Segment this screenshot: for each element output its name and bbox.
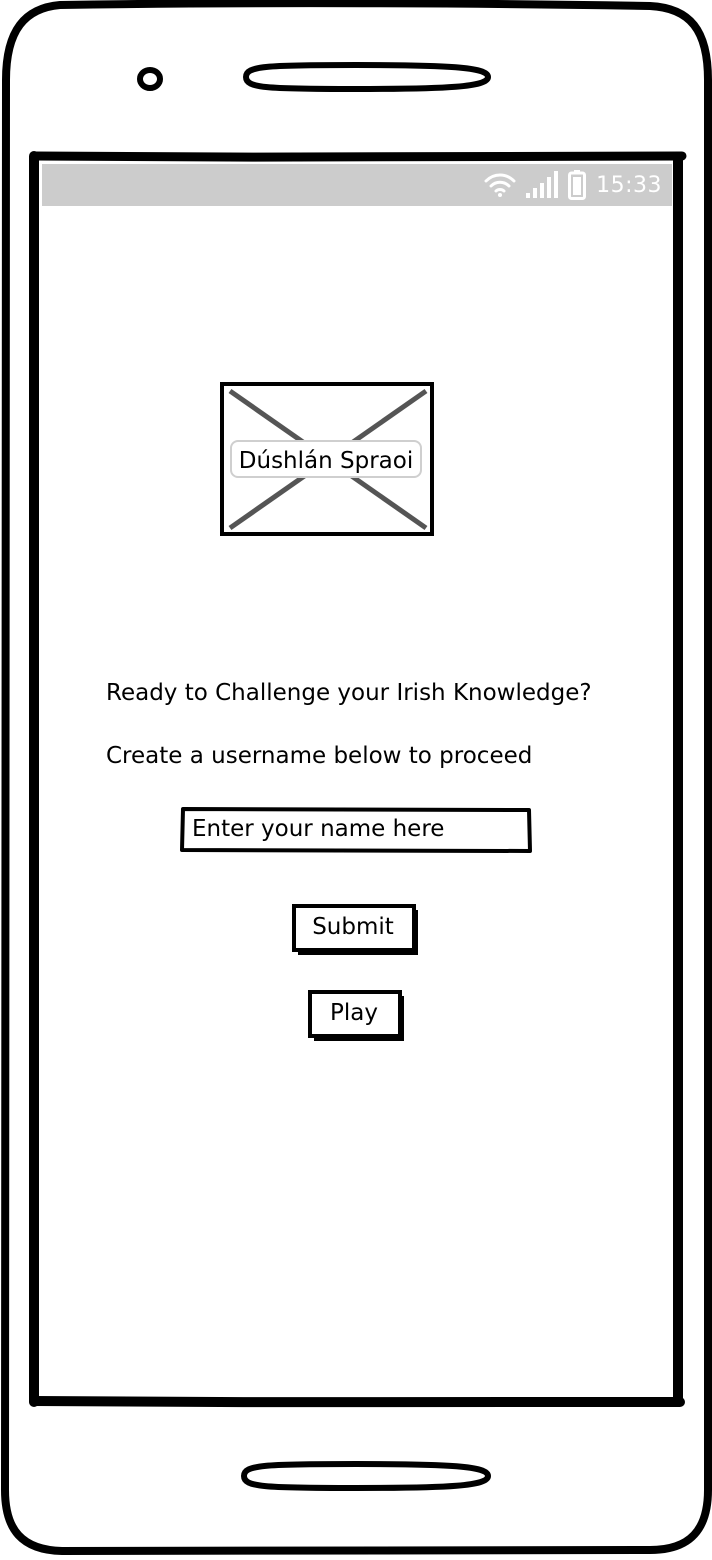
front-camera-icon [136, 66, 164, 92]
signal-icon [526, 171, 559, 199]
play-button-label: Play [330, 1000, 378, 1026]
app-title-label: Dúshlán Spraoi [230, 440, 422, 478]
logo-image-placeholder: Dúshlán Spraoi [220, 382, 434, 536]
status-time: 15:33 [596, 172, 662, 198]
status-icons: 15:33 [484, 164, 662, 206]
battery-icon [568, 170, 587, 200]
submit-button-label: Submit [312, 914, 394, 940]
app-screen: 15:33 Dúshlán Spraoi Ready to Challenge … [42, 164, 672, 1394]
home-button[interactable] [224, 1458, 494, 1494]
submit-button[interactable]: Submit [292, 904, 420, 956]
earpiece-speaker [226, 60, 494, 94]
username-instruction: Create a username below to proceed [106, 743, 533, 769]
status-bar: 15:33 [42, 164, 672, 206]
username-field-frame [180, 806, 532, 854]
username-input[interactable] [186, 810, 522, 848]
challenge-heading: Ready to Challenge your Irish Knowledge? [106, 680, 592, 706]
play-button[interactable]: Play [308, 990, 406, 1042]
wifi-icon [484, 172, 516, 198]
